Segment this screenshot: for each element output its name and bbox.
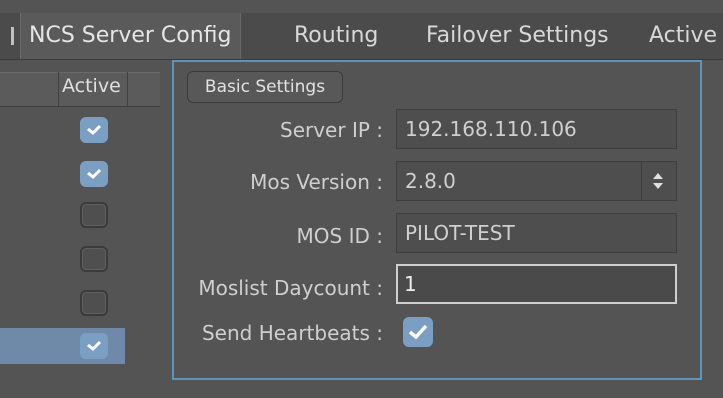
send-heartbeats-checkbox[interactable] (403, 317, 433, 347)
tab-overflow-left[interactable] (0, 13, 18, 59)
send-heartbeats-label: Send Heartbeats : (201, 321, 383, 345)
column-header-active[interactable]: Active (62, 75, 121, 97)
checkmark-icon (87, 168, 102, 180)
mos-version-select[interactable]: 2.8.0 (396, 161, 677, 201)
mos-id-value: PILOT-TEST (405, 221, 515, 245)
server-ip-field[interactable]: 192.168.110.106 (396, 109, 677, 149)
list-item[interactable] (0, 242, 125, 278)
mos-id-label: MOS ID : (296, 224, 383, 248)
row-active-checkbox[interactable] (80, 246, 108, 272)
row-active-checkbox[interactable] (80, 290, 108, 316)
checkmark-icon (87, 340, 102, 352)
list-item-selected[interactable] (0, 328, 125, 364)
row-active-checkbox[interactable] (80, 333, 108, 359)
mos-version-value: 2.8.0 (405, 169, 456, 193)
row-active-checkbox[interactable] (80, 202, 108, 228)
tab-failover-settings[interactable]: Failover Settings (426, 13, 609, 59)
list-column-header: Active (0, 72, 160, 107)
moslist-daycount-value: 1 (404, 272, 417, 296)
server-ip-label: Server IP : (280, 118, 383, 142)
tab-bar: NCS Server Config Routing Failover Setti… (0, 13, 723, 60)
tab-active[interactable]: Active (649, 13, 717, 59)
mos-id-field[interactable]: PILOT-TEST (396, 213, 677, 253)
tab-ncs-server-config[interactable]: NCS Server Config (20, 13, 241, 59)
row-active-checkbox[interactable] (80, 117, 108, 143)
up-down-arrows-icon (653, 173, 663, 189)
moslist-daycount-field[interactable]: 1 (396, 264, 677, 304)
moslist-daycount-label: Moslist Daycount : (198, 276, 383, 300)
checkmark-icon (87, 124, 102, 136)
row-active-checkbox[interactable] (80, 161, 108, 187)
tab-routing[interactable]: Routing (294, 13, 378, 59)
list-item[interactable] (0, 286, 125, 322)
server-ip-value: 192.168.110.106 (405, 117, 577, 141)
list-item[interactable] (0, 198, 125, 234)
checkmark-icon (408, 324, 428, 340)
basic-settings-button[interactable]: Basic Settings (187, 71, 343, 103)
list-item[interactable] (0, 154, 125, 190)
mos-version-label: Mos Version : (250, 170, 383, 194)
list-item[interactable] (0, 110, 125, 146)
mos-version-spinner[interactable] (641, 162, 676, 200)
